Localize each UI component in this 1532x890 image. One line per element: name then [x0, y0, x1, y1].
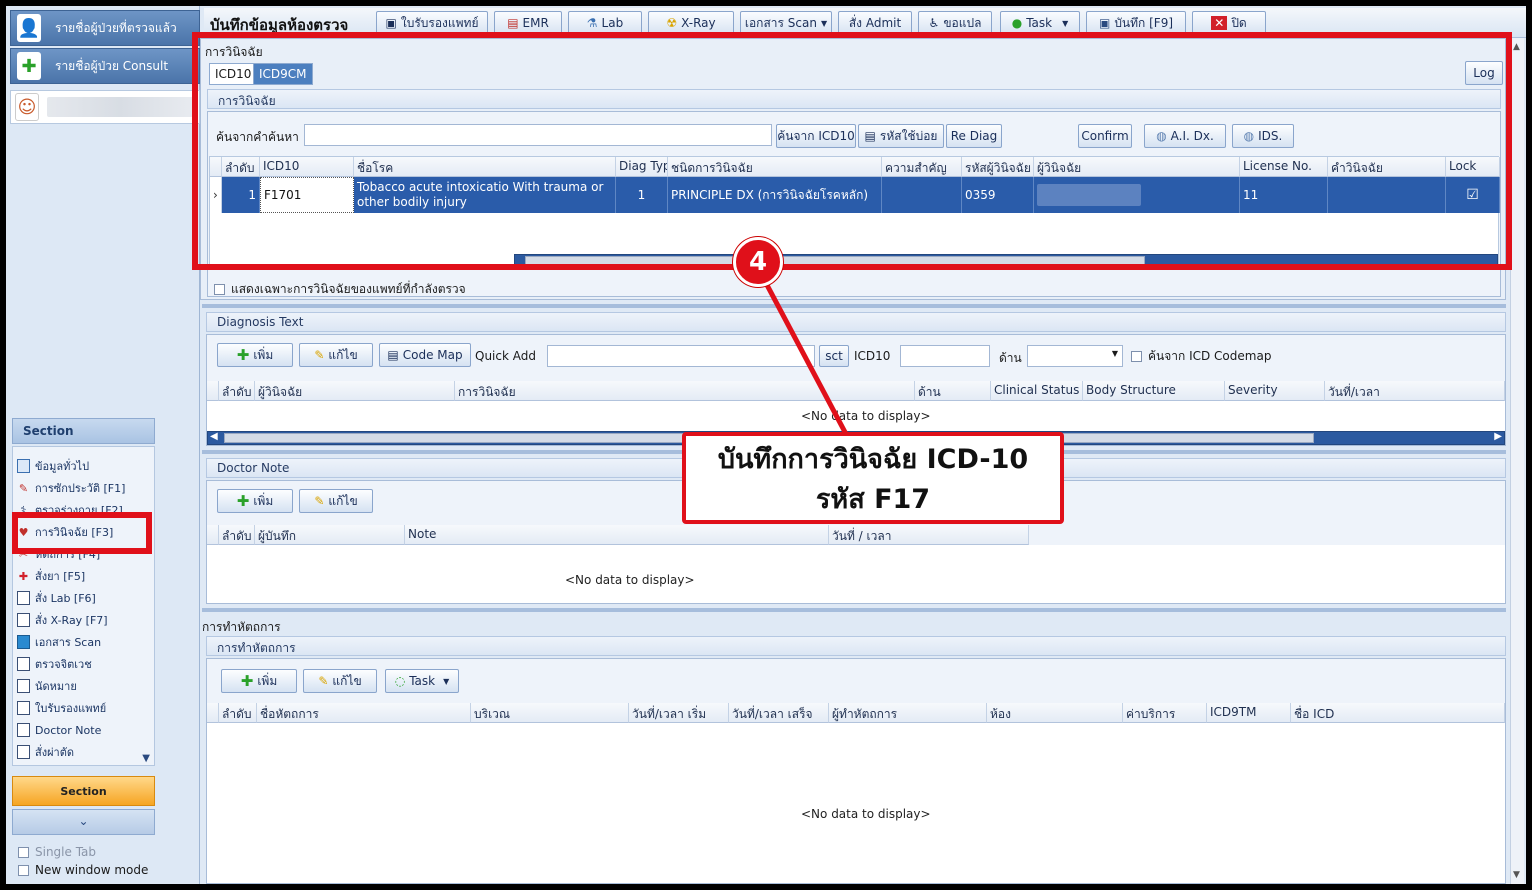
- section-item-appointment[interactable]: นัดหมาย: [17, 677, 77, 695]
- note-nodata: <No data to display>: [565, 573, 695, 587]
- task-icon: ◌: [394, 674, 406, 688]
- highlight-section-diagnosis-box: [12, 512, 152, 554]
- new-window-checkbox[interactable]: New window mode: [18, 863, 148, 877]
- procedure-inner-title: การทำหัตถการ: [206, 636, 1506, 656]
- save-icon: ▣: [1098, 16, 1111, 30]
- document-icon: ▤: [387, 348, 399, 362]
- pencil-icon: ✎: [314, 494, 325, 508]
- procedure-group-title: การทำหัตถการ: [202, 620, 281, 634]
- document-icon: [17, 613, 30, 627]
- codemap-search-checkbox[interactable]: ค้นจาก ICD Codemap: [1131, 347, 1271, 366]
- callout-line-2: รหัส F17: [815, 484, 931, 515]
- procedure-task-dropdown[interactable]: ◌ Task ▼: [385, 669, 459, 693]
- note-add-button[interactable]: ✚ เพิ่ม: [217, 489, 293, 513]
- history-icon: ✎: [18, 481, 29, 495]
- plus-icon: ✚: [236, 346, 250, 364]
- document-icon: [17, 723, 30, 737]
- quick-add-label: Quick Add: [475, 349, 536, 363]
- section-item-xray[interactable]: สั่ง X-Ray [F7]: [17, 611, 108, 629]
- section-expand-button[interactable]: ⌄: [12, 809, 155, 835]
- diagtext-edit-button[interactable]: ✎ แก้ไข: [299, 343, 373, 367]
- procedure-panel: ✚ เพิ่ม ✎ แก้ไข ◌ Task ▼ ลำดับ ชื่อหัตถการ บ…: [206, 658, 1506, 884]
- note-edit-button[interactable]: ✎ แก้ไข: [299, 489, 373, 513]
- icd10-label: ICD10: [854, 349, 891, 363]
- document-icon: [17, 745, 30, 759]
- section-header: Section: [12, 418, 155, 444]
- pencil-icon: ✎: [314, 348, 325, 362]
- dropdown-arrow-icon: ▼: [1062, 18, 1069, 28]
- consult-patients-button[interactable]: ✚ รายชื่อผู้ป่วย Consult: [10, 48, 200, 84]
- only-mine-checkbox[interactable]: แสดงเฉพาะการวินิจฉัยของแพทย์ที่กำลังตรวจ: [214, 280, 466, 299]
- section-item-medicine[interactable]: ✚ สั่งยา [F5]: [17, 567, 85, 585]
- section-item-doctor-note[interactable]: Doctor Note: [17, 721, 101, 739]
- add-patient-icon: ✚: [17, 52, 41, 80]
- dropdown-arrow-icon: ▼: [1111, 349, 1118, 358]
- document-icon: [17, 701, 30, 715]
- task-icon: ●: [1011, 16, 1023, 30]
- main-vscrollbar[interactable]: ▲ ▼: [1510, 38, 1524, 884]
- section-item-history[interactable]: ✎ การซักประวัติ [F1]: [17, 479, 126, 497]
- scroll-left-icon: ◀: [210, 431, 218, 442]
- sct-button[interactable]: sct: [819, 345, 849, 367]
- side-label: ด้าน: [999, 351, 1022, 365]
- diagnosis-text-panel: ✚ เพิ่ม ✎ แก้ไข ▤ Code Map Quick Add sct IC…: [206, 334, 1506, 446]
- left-panel: 👤 รายชื่อผู้ป่วยที่ตรวจแล้ว ✚ รายชื่อผู้…: [6, 6, 200, 884]
- medicine-icon: ✚: [18, 569, 29, 583]
- section-item-scan[interactable]: เอกสาร Scan: [17, 633, 101, 651]
- document-icon: [17, 657, 30, 671]
- procedure-edit-button[interactable]: ✎ แก้ไข: [303, 669, 377, 693]
- chevron-down-icon: ⌄: [78, 814, 89, 828]
- wheelchair-icon: ♿: [928, 16, 940, 30]
- single-tab-checkbox[interactable]: Single Tab: [18, 845, 96, 859]
- highlight-diagnosis-box: [192, 32, 1512, 270]
- checked-patients-button[interactable]: 👤 รายชื่อผู้ป่วยที่ตรวจแล้ว: [10, 10, 200, 46]
- dropdown-arrow-icon: ▼: [820, 18, 828, 28]
- close-icon: ✕: [1211, 16, 1228, 30]
- section-item-general[interactable]: ข้อมูลทั่วไป: [17, 457, 89, 475]
- callout-line-1: บันทึกการวินิจฉัย ICD-10: [717, 444, 1029, 475]
- plus-icon: ✚: [240, 672, 254, 690]
- section-item-certificate[interactable]: ใบรับรองแพทย์: [17, 699, 106, 717]
- chevron-down-icon[interactable]: ▼: [142, 753, 150, 764]
- patient-name-blurred: [47, 97, 193, 117]
- procedure-nodata: <No data to display>: [801, 807, 931, 821]
- scroll-down-icon: ▼: [1513, 870, 1520, 880]
- document-icon: [17, 679, 30, 693]
- section-item-surgery[interactable]: สั่งผ่าตัด: [17, 743, 74, 761]
- procedure-add-button[interactable]: ✚ เพิ่ม: [221, 669, 297, 693]
- plus-icon: ✚: [236, 492, 250, 510]
- section-list: ข้อมูลทั่วไป ✎ การซักประวัติ [F1] ⚕ ตรวจ…: [12, 446, 155, 766]
- section-item-psychiatry[interactable]: ตรวจจิตเวช: [17, 655, 92, 673]
- patient-avatar-icon: ☺: [15, 93, 39, 121]
- scroll-right-icon: ▶: [1494, 431, 1502, 442]
- diagtext-add-button[interactable]: ✚ เพิ่ม: [217, 343, 293, 367]
- flask-icon: ⚗: [586, 16, 598, 30]
- icd10-input[interactable]: [900, 345, 990, 367]
- step-badge: 4: [733, 237, 783, 287]
- dropdown-arrow-icon: ▼: [443, 676, 450, 686]
- scan-icon: [17, 635, 30, 649]
- doctor-icon: 👤: [17, 14, 41, 42]
- scroll-up-icon: ▲: [1513, 42, 1520, 52]
- radiation-icon: ☢: [666, 16, 678, 30]
- section-item-lab[interactable]: สั่ง Lab [F6]: [17, 589, 96, 607]
- splitter[interactable]: [202, 304, 1506, 308]
- splitter[interactable]: [202, 608, 1506, 612]
- current-patient[interactable]: ☺: [10, 90, 200, 124]
- app-window: 👤 รายชื่อผู้ป่วยที่ตรวจแล้ว ✚ รายชื่อผู้…: [6, 6, 1526, 884]
- diagnosis-text-title: Diagnosis Text: [206, 312, 1506, 332]
- annotation-callout: บันทึกการวินิจฉัย ICD-10 รหัส F17: [682, 432, 1064, 524]
- side-select[interactable]: ▼: [1027, 345, 1123, 367]
- diagtext-nodata: <No data to display>: [801, 409, 931, 423]
- certificate-icon: ▣: [385, 16, 397, 30]
- form-icon: [17, 459, 30, 473]
- section-footer-button[interactable]: Section: [12, 776, 155, 806]
- emr-icon: ▤: [507, 16, 519, 30]
- code-map-button[interactable]: ▤ Code Map: [379, 343, 471, 367]
- document-icon: [17, 591, 30, 605]
- quick-add-input[interactable]: [547, 345, 815, 367]
- pencil-icon: ✎: [318, 674, 329, 688]
